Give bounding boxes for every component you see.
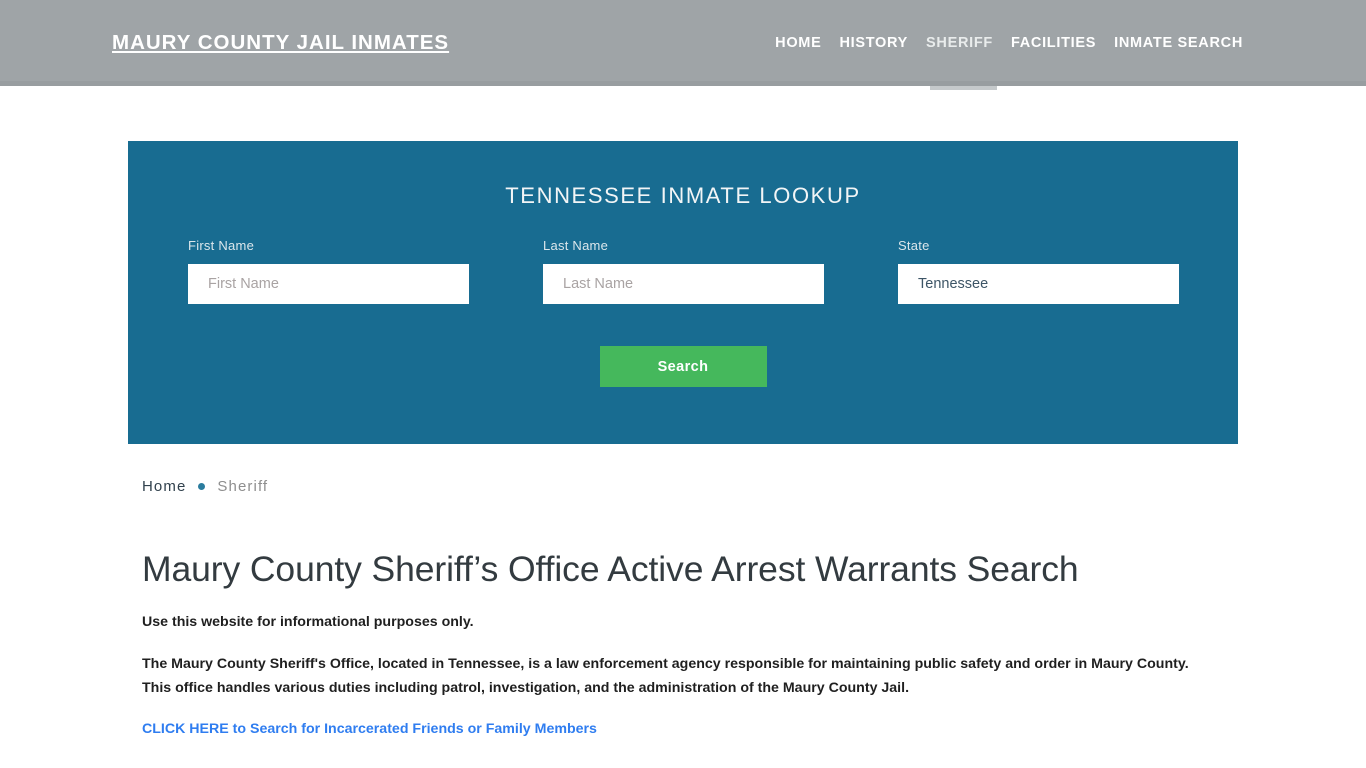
site-header: MAURY COUNTY JAIL INMATES HOME HISTORY S… [0, 0, 1366, 90]
bullet-separator-icon [198, 483, 206, 490]
first-name-field-group: First Name [188, 238, 469, 304]
lookup-panel-title: TENNESSEE INMATE LOOKUP [505, 183, 861, 208]
disclaimer-text: Use this website for informational purpo… [142, 614, 474, 630]
nav-item-facilities[interactable]: FACILITIES [1002, 33, 1105, 53]
breadcrumb-item-current: Sheriff [217, 478, 269, 495]
state-field-group: State [898, 238, 1179, 304]
nav-active-indicator [930, 85, 997, 90]
nav-item-inmate-search[interactable]: INMATE SEARCH [1105, 33, 1252, 53]
last-name-label: Last Name [543, 238, 609, 253]
nav-item-sheriff[interactable]: SHERIFF [917, 33, 1002, 53]
breadcrumb-item-home[interactable]: Home [142, 478, 186, 495]
site-brand-logo[interactable]: MAURY COUNTY JAIL INMATES [112, 30, 449, 56]
last-name-field-group: Last Name [543, 238, 824, 304]
lookup-fields-row: First Name Last Name State [128, 238, 1238, 320]
main-navigation: HOME HISTORY SHERIFF FACILITIES INMATE S… [766, 33, 1252, 53]
first-name-label: First Name [188, 238, 255, 253]
nav-item-home[interactable]: HOME [766, 33, 830, 53]
search-button[interactable]: Search [599, 346, 767, 387]
last-name-input[interactable] [543, 264, 824, 304]
inmate-search-cta-link[interactable]: CLICK HERE to Search for Incarcerated Fr… [142, 721, 597, 737]
breadcrumb: Home Sheriff [142, 478, 1222, 495]
description-paragraph: The Maury County Sheriff's Office, locat… [142, 656, 1189, 696]
main-content: Home Sheriff Maury County Sheriff’s Offi… [142, 478, 1222, 738]
nav-item-history[interactable]: HISTORY [830, 33, 917, 53]
search-button-wrapper: Search [128, 346, 1238, 387]
first-name-input[interactable] [188, 264, 469, 304]
page-title: Maury County Sheriff’s Office Active Arr… [142, 549, 1079, 589]
state-input[interactable] [898, 264, 1179, 304]
state-label: State [898, 238, 930, 253]
inmate-lookup-panel: TENNESSEE INMATE LOOKUP First Name Last … [128, 141, 1238, 444]
